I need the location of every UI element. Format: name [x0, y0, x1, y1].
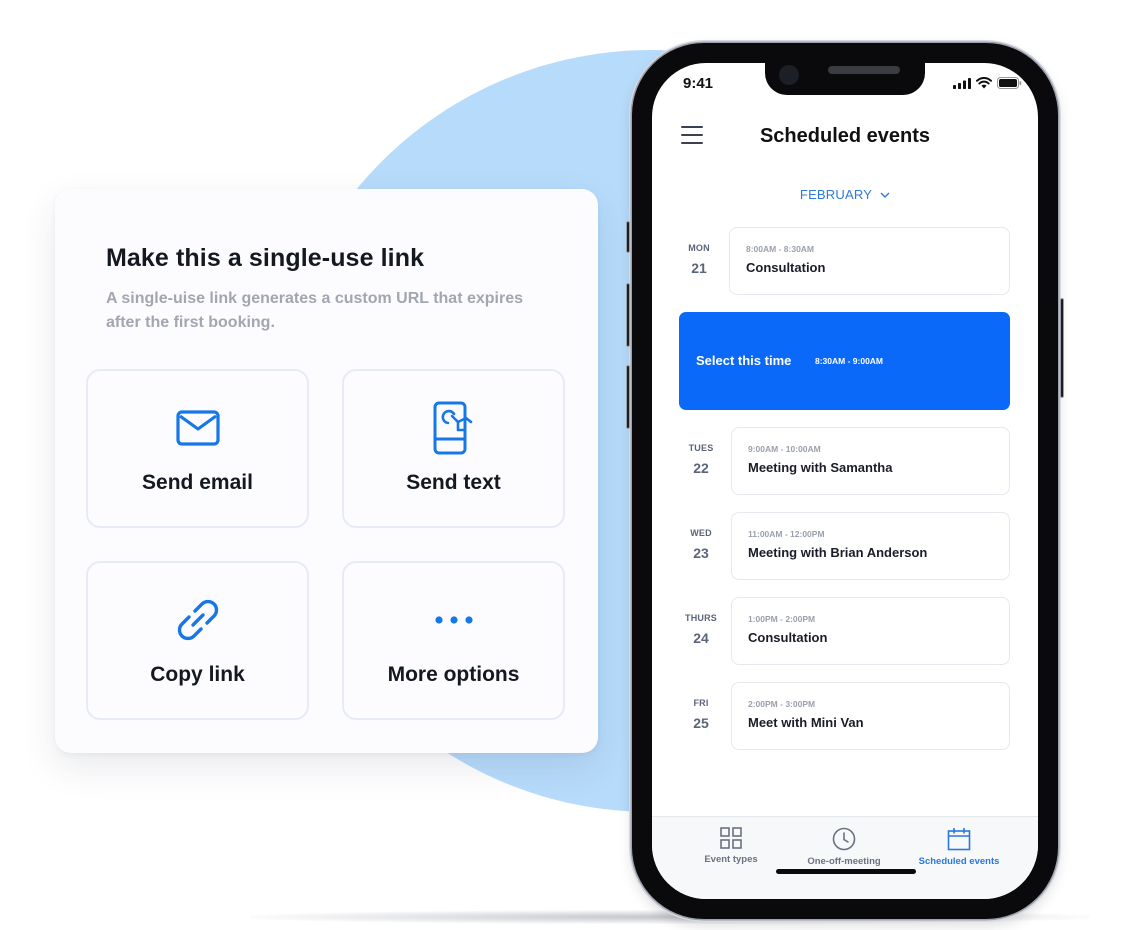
day-of-week: MON — [688, 243, 710, 253]
send-text-label: Send text — [406, 471, 501, 494]
select-slot-label: Select this time — [696, 353, 792, 368]
phone-screen: 9:41 Scheduled events FEBRUARY MON 21 8:… — [652, 63, 1038, 899]
event-title: Consultation — [746, 260, 826, 275]
battery-icon — [997, 77, 1022, 89]
day-number: 24 — [693, 630, 709, 646]
calendar-icon — [947, 828, 971, 851]
day-label-tues: TUES 22 — [679, 443, 723, 476]
day-of-week: TUES — [688, 443, 714, 453]
volume-up-button — [626, 283, 630, 347]
tab-label: Event types — [704, 854, 758, 865]
send-email-button[interactable]: Send email — [86, 369, 309, 528]
copy-link-label: Copy link — [150, 663, 245, 686]
more-dots-icon — [434, 593, 474, 647]
day-of-week: THURS — [685, 613, 717, 623]
status-icons — [953, 77, 1022, 89]
home-indicator — [776, 869, 916, 874]
card-title: Make this a single-use link — [106, 244, 425, 272]
tab-label: One-off-meeting — [807, 856, 881, 867]
day-label-fri: FRI 25 — [679, 698, 723, 731]
day-label-wed: WED 23 — [679, 528, 723, 561]
more-options-button[interactable]: More options — [342, 561, 565, 720]
tab-event-types[interactable]: Event types — [667, 827, 795, 865]
day-number: 21 — [691, 260, 707, 276]
front-camera — [779, 65, 799, 85]
event-title: Consultation — [748, 630, 828, 645]
phone-tap-icon — [432, 401, 476, 455]
month-selector[interactable]: FEBRUARY — [652, 187, 1038, 202]
page-title: Scheduled events — [759, 125, 931, 147]
event-card[interactable]: 11:00AM - 12:00PM Meeting with Brian And… — [731, 512, 1010, 580]
grid-icon — [720, 827, 742, 849]
wifi-icon — [976, 77, 992, 89]
power-button — [1060, 298, 1064, 398]
day-number: 23 — [693, 545, 709, 561]
select-time-slot-button[interactable]: Select this time 8:30AM - 9:00AM — [679, 312, 1010, 410]
phone-mockup: 9:41 Scheduled events FEBRUARY MON 21 8:… — [626, 43, 1064, 919]
event-time: 11:00AM - 12:00PM — [748, 529, 825, 539]
chevron-down-icon — [880, 192, 890, 198]
copy-link-button[interactable]: Copy link — [86, 561, 309, 720]
link-icon — [175, 593, 221, 647]
day-label-mon: MON 21 — [677, 243, 721, 276]
speaker-grille — [828, 66, 900, 74]
day-label-thurs: THURS 24 — [679, 613, 723, 646]
day-of-week: WED — [690, 528, 712, 538]
day-number: 25 — [693, 715, 709, 731]
tab-label: Scheduled events — [918, 856, 1000, 867]
send-email-label: Send email — [142, 471, 253, 494]
single-use-link-card: Make this a single-use link A single-uis… — [55, 189, 598, 753]
bottom-tab-bar: Event types One-off-meeting Scheduled ev… — [652, 816, 1038, 899]
event-title: Meet with Mini Van — [748, 715, 864, 730]
clock-icon — [832, 827, 856, 851]
day-number: 22 — [693, 460, 709, 476]
event-time: 2:00PM - 3:00PM — [748, 699, 816, 709]
card-description: A single-uise link generates a custom UR… — [106, 290, 524, 331]
more-options-label: More options — [387, 663, 520, 686]
event-title: Meeting with Brian Anderson — [748, 545, 928, 560]
event-time: 9:00AM - 10:00AM — [748, 444, 821, 454]
tab-one-off-meeting[interactable]: One-off-meeting — [780, 827, 908, 867]
volume-down-button — [626, 365, 630, 429]
month-value: FEBRUARY — [799, 187, 873, 202]
event-card[interactable]: 2:00PM - 3:00PM Meet with Mini Van — [731, 682, 1010, 750]
select-slot-time: 8:30AM - 9:00AM — [815, 356, 884, 366]
event-title: Meeting with Samantha — [748, 460, 893, 475]
tab-scheduled-events[interactable]: Scheduled events — [895, 827, 1023, 867]
event-card[interactable]: 9:00AM - 10:00AM Meeting with Samantha — [731, 427, 1010, 495]
signal-icon — [953, 77, 971, 89]
event-card[interactable]: 1:00PM - 2:00PM Consultation — [731, 597, 1010, 665]
event-time: 1:00PM - 2:00PM — [748, 614, 816, 624]
envelope-icon — [175, 401, 220, 455]
status-time: 9:41 — [683, 75, 714, 92]
mute-switch — [626, 221, 630, 253]
event-card[interactable]: 8:00AM - 8:30AM Consultation — [729, 227, 1010, 295]
send-text-button[interactable]: Send text — [342, 369, 565, 528]
day-of-week: FRI — [693, 698, 709, 708]
event-time: 8:00AM - 8:30AM — [746, 244, 815, 254]
